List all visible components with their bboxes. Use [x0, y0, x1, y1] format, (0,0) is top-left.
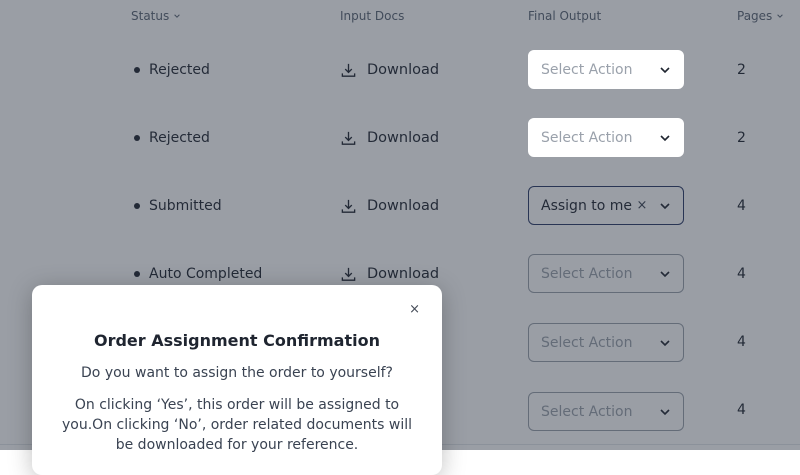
select-placeholder: Select Action	[541, 129, 633, 146]
chevron-down-icon	[660, 134, 670, 141]
modal-description: On clicking ‘Yes’, this order will be as…	[62, 397, 412, 453]
final-output-select[interactable]: Select Action	[528, 50, 684, 89]
modal-title: Order Assignment Confirmation	[93, 331, 380, 350]
close-icon[interactable]: ×	[409, 302, 420, 317]
modal-question: Do you want to assign the order to yours…	[81, 365, 393, 381]
chevron-down-icon	[660, 66, 670, 73]
select-placeholder: Select Action	[541, 61, 633, 78]
order-assignment-modal: × Order Assignment Confirmation Do you w…	[32, 285, 442, 475]
final-output-select[interactable]: Select Action	[528, 118, 684, 157]
